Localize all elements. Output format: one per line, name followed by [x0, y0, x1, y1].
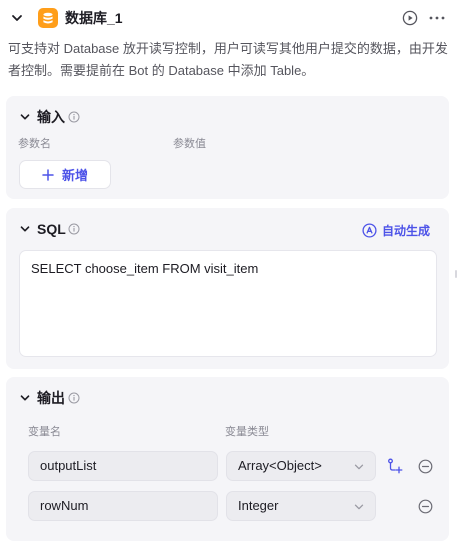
sql-section: SQL 自动生成 SELECT choose_item FROM visit_i… — [6, 208, 449, 369]
more-horizontal-icon[interactable] — [428, 10, 446, 26]
plus-icon — [42, 168, 54, 181]
column-header-variable-type: 变量类型 — [225, 426, 269, 438]
node-title[interactable]: 数据库_1 — [65, 10, 123, 27]
add-input-label: 新增 — [61, 168, 88, 183]
node-description: 可支持对 Database 放开读写控制，用户可读写其他用户提交的数据，由开发者… — [8, 41, 448, 78]
column-header-param-name: 参数名 — [18, 138, 51, 150]
database-icon — [38, 8, 58, 28]
chevron-down-icon — [354, 504, 364, 510]
info-icon[interactable] — [68, 111, 80, 123]
chevron-down-icon — [354, 464, 364, 470]
chevron-down-icon[interactable] — [19, 392, 31, 404]
chevron-down-icon[interactable] — [19, 223, 31, 235]
play-circle-icon[interactable] — [402, 10, 418, 26]
output-variable-name-input[interactable]: outputList — [28, 451, 218, 481]
sql-section-header: SQL 自动生成 — [6, 208, 449, 248]
input-section-header: 输入 — [6, 96, 449, 136]
output-variable-type-value: Array<Object> — [238, 458, 322, 473]
column-header-param-value: 参数值 — [173, 138, 206, 150]
output-section-header: 输出 — [6, 377, 449, 417]
node-header: 数据库_1 — [0, 0, 458, 36]
output-section: 输出 变量名 变量类型 outputList Array<Object> row… — [6, 377, 449, 541]
remove-circle-icon[interactable] — [418, 459, 433, 474]
add-input-button[interactable]: 新增 — [19, 160, 111, 189]
add-child-field-icon[interactable] — [387, 458, 403, 474]
output-variable-type-select[interactable]: Array<Object> — [226, 451, 376, 481]
output-variable-type-value: Integer — [238, 498, 279, 513]
input-section: 输入 参数名 参数值 新增 — [6, 96, 449, 199]
info-icon[interactable] — [68, 223, 80, 235]
info-icon[interactable] — [68, 392, 80, 404]
auto-generate-label: 自动生成 — [381, 224, 430, 238]
sql-section-title: SQL — [37, 221, 66, 237]
input-section-title: 输入 — [37, 109, 65, 125]
output-variable-type-select[interactable]: Integer — [226, 491, 376, 521]
ai-generate-icon — [362, 223, 377, 238]
output-section-title: 输出 — [37, 390, 65, 406]
output-variable-name-input[interactable]: rowNum — [28, 491, 218, 521]
remove-circle-icon[interactable] — [418, 499, 433, 514]
scrollbar-thumb[interactable] — [455, 270, 457, 278]
auto-generate-button[interactable]: 自动生成 — [362, 222, 430, 239]
chevron-down-icon[interactable] — [19, 111, 31, 123]
column-header-variable-name: 变量名 — [28, 426, 61, 438]
sql-editor[interactable]: SELECT choose_item FROM visit_item — [19, 250, 437, 357]
chevron-down-icon[interactable] — [10, 11, 24, 25]
